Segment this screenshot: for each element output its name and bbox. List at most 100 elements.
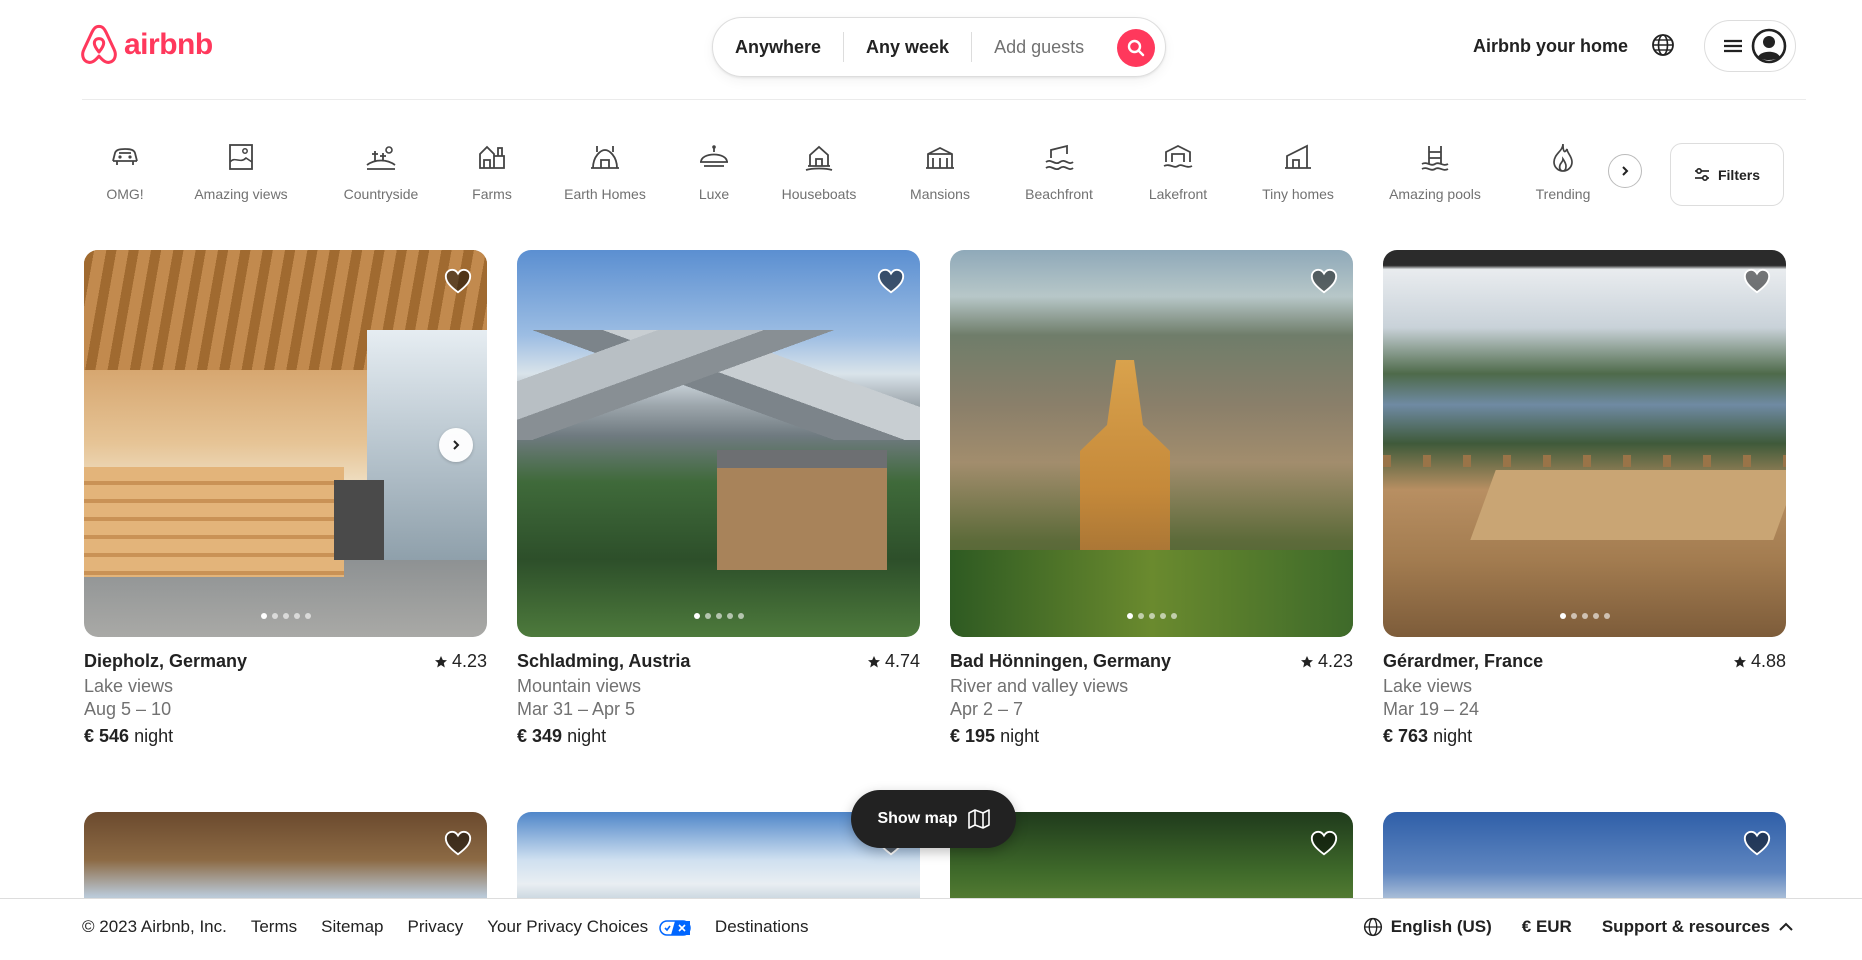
category-trending[interactable]: Trending xyxy=(1503,130,1623,202)
heart-icon[interactable] xyxy=(876,266,906,296)
privacy-choices-label: Your Privacy Choices xyxy=(487,917,649,936)
listing-card[interactable]: Bad Hönningen, Germany 4.23 River and va… xyxy=(950,250,1353,747)
footer-link-destinations[interactable]: Destinations xyxy=(715,917,809,937)
language-selector[interactable]: English (US) xyxy=(1363,917,1492,937)
lakefront-icon xyxy=(1161,140,1195,174)
language-button[interactable] xyxy=(1648,30,1678,60)
listing-subtitle: Lake views xyxy=(84,676,174,696)
photo-mountains xyxy=(517,330,920,440)
mansions-icon xyxy=(923,140,957,174)
host-link[interactable]: Airbnb your home xyxy=(1473,36,1628,57)
filters-icon xyxy=(1694,167,1709,181)
listing-dates: Aug 5 – 10 xyxy=(84,699,172,719)
globe-icon xyxy=(1652,34,1674,56)
show-map-label: Show map xyxy=(877,810,958,827)
currency-selector[interactable]: € EUR xyxy=(1522,917,1572,937)
currency-label: € EUR xyxy=(1521,917,1572,936)
listing-photo[interactable] xyxy=(517,250,920,637)
search-who[interactable]: Add guests xyxy=(972,33,1106,61)
chevron-up-icon xyxy=(1779,922,1793,931)
listing-photo[interactable] xyxy=(950,250,1353,637)
category-label: Countryside xyxy=(343,186,419,202)
heart-icon[interactable] xyxy=(1742,828,1772,858)
filters-button[interactable]: Filters xyxy=(1670,143,1784,206)
listing-rating: 4.23 xyxy=(1300,651,1353,672)
category-amazing-views[interactable]: Amazing views xyxy=(181,130,301,202)
category-bar: OMG! Amazing views Countryside Farms Ear… xyxy=(82,130,1642,210)
category-next-button[interactable] xyxy=(1608,154,1642,188)
listing-price: € 195 night xyxy=(950,726,1353,747)
listing-subtitle: Lake views xyxy=(1383,676,1473,696)
photo-chalet xyxy=(717,450,887,570)
listing-card[interactable]: Schladming, Austria 4.74 Mountain views … xyxy=(517,250,920,747)
listing-subtitle: River and valley views xyxy=(950,676,1129,696)
footer-link-privacy[interactable]: Privacy xyxy=(408,917,464,937)
category-label: Trending xyxy=(1535,186,1591,202)
category-amazing-pools[interactable]: Amazing pools xyxy=(1375,130,1495,202)
category-label: Beachfront xyxy=(1025,186,1093,202)
category-luxe[interactable]: Luxe xyxy=(654,130,774,202)
avatar-icon xyxy=(1751,28,1787,64)
photo-next-button[interactable] xyxy=(439,428,473,462)
filters-label: Filters xyxy=(1717,166,1760,183)
category-label: Mansions xyxy=(910,186,970,202)
price-amount: € 349 xyxy=(517,726,563,746)
rating-value: 4.23 xyxy=(1317,651,1353,671)
category-mansions[interactable]: Mansions xyxy=(880,130,1000,202)
support-resources-button[interactable]: Support & resources xyxy=(1602,917,1794,937)
star-icon xyxy=(867,655,880,667)
category-label: Lakefront xyxy=(1148,186,1208,202)
listing-photo[interactable] xyxy=(84,250,487,637)
heart-icon[interactable] xyxy=(1742,266,1772,296)
category-label: OMG! xyxy=(106,186,144,202)
search-button[interactable] xyxy=(1117,29,1155,67)
omg-icon xyxy=(108,140,142,174)
listing-price: € 349 night xyxy=(517,726,920,747)
map-icon xyxy=(967,809,990,829)
privacy-choices-icon xyxy=(659,919,691,936)
heart-icon[interactable] xyxy=(443,266,473,296)
category-houseboats[interactable]: Houseboats xyxy=(759,130,879,202)
rating-value: 4.74 xyxy=(884,651,920,671)
category-omg[interactable]: OMG! xyxy=(65,130,185,202)
listing-photo[interactable] xyxy=(1383,250,1786,637)
search-when[interactable]: Any week xyxy=(844,33,971,61)
photo-dots xyxy=(1559,613,1610,619)
support-label: Support & resources xyxy=(1601,917,1770,936)
listing-subtitle: Mountain views xyxy=(517,676,642,696)
price-unit: night xyxy=(1000,726,1040,746)
copyright: © 2023 Airbnb, Inc. xyxy=(82,917,227,936)
search-where[interactable]: Anywhere xyxy=(713,33,843,61)
user-menu-button[interactable] xyxy=(1704,20,1796,72)
photo-dots xyxy=(1126,613,1177,619)
chevron-right-icon xyxy=(1622,166,1629,176)
listing-card[interactable]: Diepholz, Germany 4.23 Lake views Aug 5 … xyxy=(84,250,487,747)
category-beachfront[interactable]: Beachfront xyxy=(999,130,1119,202)
footer-settings: English (US) € EUR Support & resources xyxy=(1363,917,1794,937)
listing-price: € 546 night xyxy=(84,726,487,747)
category-countryside[interactable]: Countryside xyxy=(321,130,441,202)
search-bar[interactable]: Anywhere Any week Add guests xyxy=(712,17,1166,77)
heart-icon[interactable] xyxy=(1309,828,1339,858)
category-farms[interactable]: Farms xyxy=(432,130,552,202)
photo-railing xyxy=(1383,455,1786,467)
star-icon xyxy=(1733,655,1746,667)
category-lakefront[interactable]: Lakefront xyxy=(1118,130,1238,202)
heart-icon[interactable] xyxy=(1309,266,1339,296)
category-tiny-homes[interactable]: Tiny homes xyxy=(1238,130,1358,202)
category-earth-homes[interactable]: Earth Homes xyxy=(545,130,665,202)
show-map-button[interactable]: Show map xyxy=(851,790,1016,848)
listing-rating: 4.23 xyxy=(434,651,487,672)
globe-icon xyxy=(1363,917,1382,937)
heart-icon[interactable] xyxy=(443,828,473,858)
footer-links: © 2023 Airbnb, Inc. Terms Sitemap Privac… xyxy=(82,917,808,937)
footer-link-privacy-choices[interactable]: Your Privacy Choices xyxy=(487,917,691,937)
listing-card[interactable]: Gérardmer, France 4.88 Lake views Mar 19… xyxy=(1383,250,1786,747)
footer-link-sitemap[interactable]: Sitemap xyxy=(321,917,383,937)
listing-rating: 4.74 xyxy=(867,651,920,672)
category-label: Amazing views xyxy=(194,186,288,202)
category-label: Tiny homes xyxy=(1262,186,1334,202)
airbnb-logo[interactable]: airbnb xyxy=(80,24,213,66)
footer-link-terms[interactable]: Terms xyxy=(251,917,297,937)
header-divider xyxy=(82,99,1806,100)
